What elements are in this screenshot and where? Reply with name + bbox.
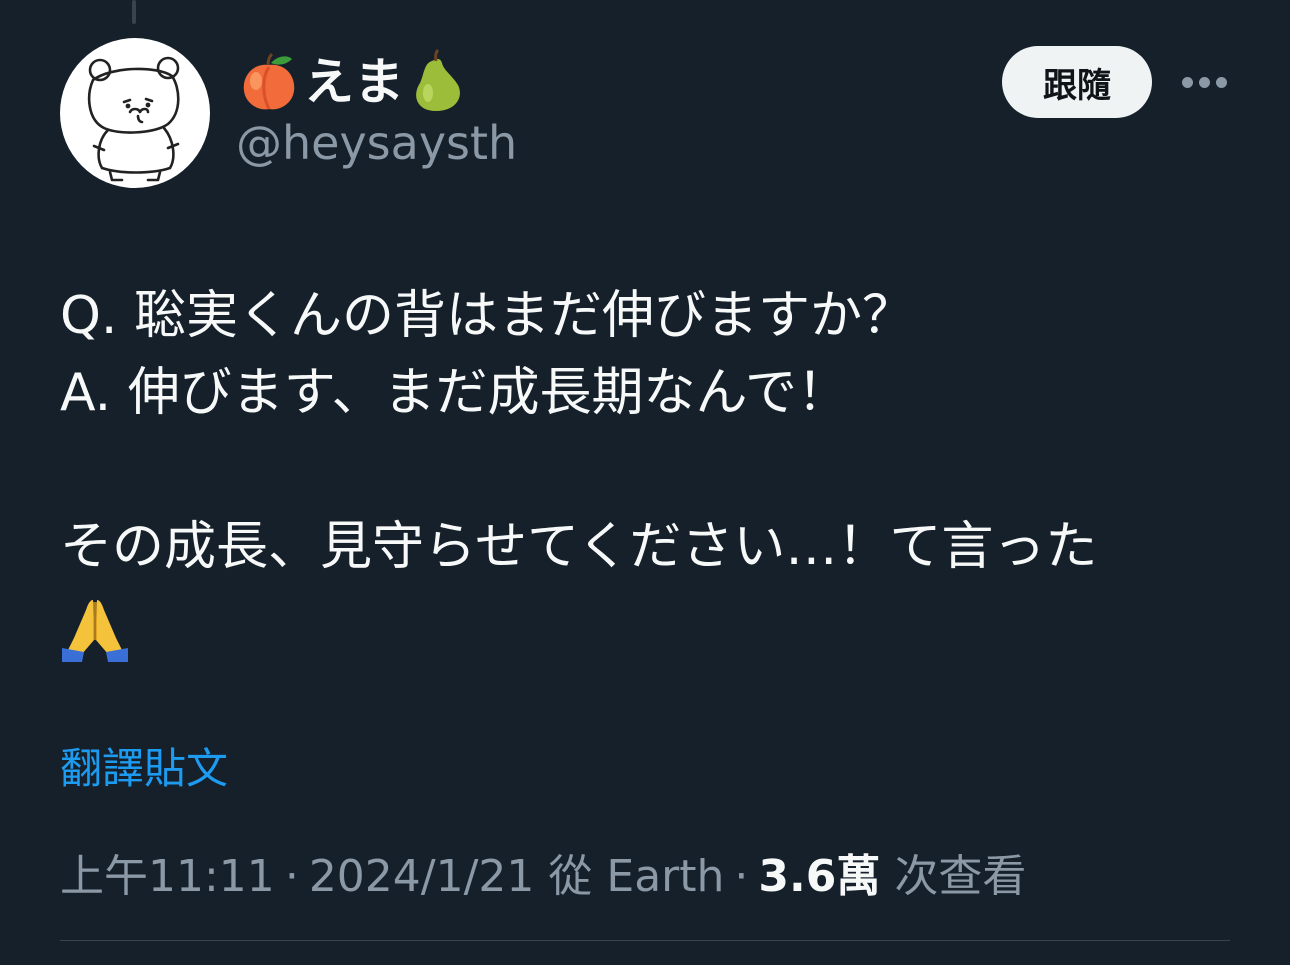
meta-separator: · (284, 851, 299, 902)
avatar[interactable] (60, 38, 210, 188)
meta-separator: · (734, 851, 749, 902)
more-dot (1181, 76, 1193, 88)
tweet-line-answer: A. 伸びます、まだ成長期なんで！ (60, 363, 849, 423)
tweet-source: 從 Earth (548, 851, 725, 902)
tweet-line-comment: その成長、見守らせてください…！て言った (60, 517, 1098, 577)
display-name-text: えま (304, 53, 404, 111)
translate-post-link[interactable]: 翻譯貼文 (60, 735, 228, 796)
divider (60, 940, 1230, 941)
peach-icon (238, 51, 300, 113)
tweet-date[interactable]: 2024/1/21 (309, 851, 535, 902)
more-dot (1215, 76, 1227, 88)
tweet-line-question: Q. 聡実くんの背はまだ伸びますか？ (60, 286, 914, 346)
more-icon[interactable] (1178, 62, 1230, 102)
views-count[interactable]: 3.6萬 (758, 840, 880, 904)
tweet-meta: 上午11:11 · 2024/1/21 從 Earth · 3.6萬 次查看 (60, 840, 1026, 904)
bear-avatar-icon (87, 56, 180, 182)
thread-connector-line (132, 0, 136, 24)
more-dot (1198, 76, 1210, 88)
follow-button[interactable]: 跟隨 (1002, 46, 1152, 118)
user-handle[interactable]: @heysaysth (236, 118, 517, 169)
tweet-text: Q. 聡実くんの背はまだ伸びますか？ A. 伸びます、まだ成長期なんで！ その成… (60, 278, 1230, 684)
display-name[interactable]: えま (238, 49, 468, 115)
views-label: 次查看 (894, 851, 1027, 902)
folded-hands-icon (60, 596, 1230, 684)
pear-icon (408, 49, 468, 115)
tweet-time[interactable]: 上午11:11 (60, 840, 275, 904)
